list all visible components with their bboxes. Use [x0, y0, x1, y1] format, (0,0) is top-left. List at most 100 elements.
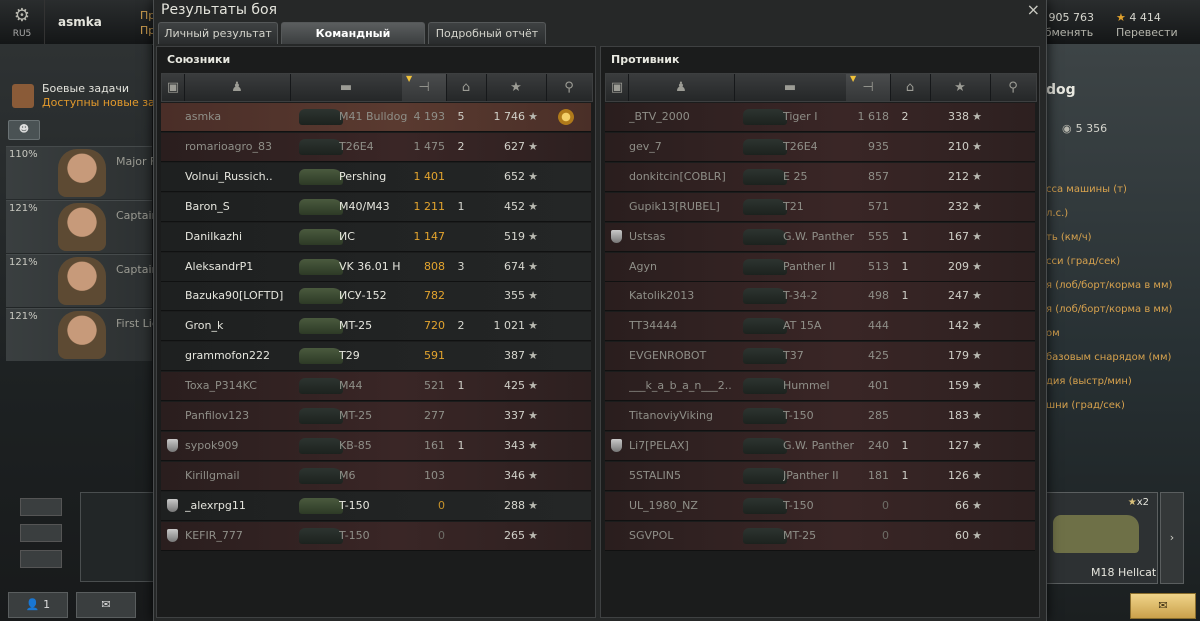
player-name-cell[interactable]: Kirillgmail: [185, 462, 305, 490]
crew-toggle-button[interactable]: ☻: [8, 120, 40, 140]
table-row[interactable]: Ustsas G.W. Panther 555 1 167 ★: [605, 222, 1035, 252]
table-row[interactable]: Toxa_P314KC M44 521 1 425 ★: [161, 372, 591, 402]
player-name-cell[interactable]: TT34444: [629, 312, 749, 340]
col-kills[interactable]: ⌂: [446, 74, 487, 101]
settings-button[interactable]: ⚙ RU5: [0, 0, 45, 44]
nation-filter-button[interactable]: [20, 524, 62, 542]
player-name-cell[interactable]: Gupik13[RUBEL]: [629, 193, 749, 221]
table-row[interactable]: ___k_a_b_a_n___2.. Hummel 401 159 ★: [605, 372, 1035, 402]
player-name-cell[interactable]: gev_7: [629, 133, 749, 161]
col-squad[interactable]: ▣: [162, 74, 185, 101]
tab-detailed[interactable]: Подробный отчёт: [428, 22, 546, 44]
col-squad[interactable]: ▣: [606, 74, 629, 101]
table-row[interactable]: sypok909 KB-85 161 1 343 ★: [161, 431, 591, 461]
crew-member[interactable]: 121% First Lieu: [6, 308, 166, 361]
message-button[interactable]: ✉: [1130, 593, 1196, 619]
table-row[interactable]: UL_1980_NZ T-150 0 66 ★: [605, 491, 1035, 521]
player-name-cell[interactable]: Agyn: [629, 253, 749, 281]
table-row[interactable]: romarioagro_83 T26E4 1 475 2 627 ★: [161, 132, 591, 162]
player-name-cell[interactable]: Gron_k: [185, 312, 305, 340]
player-name-cell[interactable]: EVGENROBOT: [629, 342, 749, 370]
player-name-cell[interactable]: TitanoviyViking: [629, 402, 749, 430]
tab-personal[interactable]: Личный результат: [158, 22, 278, 44]
col-xp[interactable]: ★: [930, 74, 991, 101]
player-name-cell[interactable]: romarioagro_83: [185, 133, 305, 161]
crew-member[interactable]: 110% Major Fo: [6, 146, 163, 199]
table-row[interactable]: TT34444 AT 15A 444 142 ★: [605, 312, 1035, 342]
table-row[interactable]: Bazuka90[LOFTD] ИСУ-152 782 355 ★: [161, 282, 591, 312]
col-tank[interactable]: ▬: [290, 74, 403, 101]
player-name-cell[interactable]: Volnui_Russich..: [185, 163, 305, 191]
player-name-cell[interactable]: donkitcin[COBLR]: [629, 163, 749, 191]
table-row[interactable]: AleksandrP1 VK 36.01 H 808 3 674 ★: [161, 252, 591, 282]
player-name-cell[interactable]: Baron_S: [185, 193, 305, 221]
player-name-cell[interactable]: 5STALIN5: [629, 462, 749, 490]
players-button[interactable]: 👤 1: [8, 592, 68, 618]
medal-icon[interactable]: [558, 109, 574, 125]
player-name-cell[interactable]: Li7[PELAX]: [629, 432, 749, 460]
transfer-link[interactable]: Перевести: [1116, 25, 1178, 40]
player-name-cell[interactable]: Danilkazhi: [185, 223, 305, 251]
damage-cell: 782: [424, 289, 445, 303]
crew-member[interactable]: 121% Captain: [6, 200, 159, 253]
col-player[interactable]: ♟: [628, 74, 735, 101]
col-medal[interactable]: ⚲: [990, 74, 1036, 101]
tank-carousel-card[interactable]: [80, 492, 154, 582]
carousel-next-arrow[interactable]: ›: [1160, 492, 1184, 584]
player-name-cell[interactable]: grammofon222: [185, 342, 305, 370]
kills-cell: 1: [901, 438, 909, 452]
table-row[interactable]: 5STALIN5 JPanther II 181 1 126 ★: [605, 461, 1035, 491]
player-name-cell[interactable]: asmka: [185, 103, 305, 131]
table-row[interactable]: asmka M41 Bulldog 4 193 5 1 746 ★: [161, 103, 591, 132]
table-row[interactable]: Volnui_Russich.. Pershing 1 401 652 ★: [161, 162, 591, 192]
chat-button[interactable]: ✉: [76, 592, 136, 618]
table-row[interactable]: Li7[PELAX] G.W. Panther 240 1 127 ★: [605, 431, 1035, 461]
table-row[interactable]: Baron_S M40/M43 1 211 1 452 ★: [161, 192, 591, 222]
player-name-cell[interactable]: Panfilov123: [185, 402, 305, 430]
player-name-cell[interactable]: UL_1980_NZ: [629, 492, 749, 520]
player-name-cell[interactable]: Bazuka90[LOFTD]: [185, 282, 305, 310]
player-name-cell[interactable]: sypok909: [185, 432, 305, 460]
table-row[interactable]: SGVPOL MT-25 0 60 ★: [605, 521, 1035, 551]
crew-member[interactable]: 121% Captain: [6, 254, 159, 307]
gold-transfer[interactable]: ★ 4 414 Перевести: [1116, 10, 1178, 40]
table-row[interactable]: EVGENROBOT T37 425 179 ★: [605, 342, 1035, 372]
col-kills[interactable]: ⌂: [890, 74, 931, 101]
table-row[interactable]: Danilkazhi ИС 1 147 519 ★: [161, 222, 591, 252]
player-name[interactable]: asmka: [58, 15, 102, 29]
globe-filter-button[interactable]: [20, 498, 62, 516]
table-row[interactable]: gev_7 T26E4 935 210 ★: [605, 132, 1035, 162]
table-row[interactable]: _alexrpg11 T-150 0 288 ★: [161, 491, 591, 521]
col-xp[interactable]: ★: [486, 74, 547, 101]
col-player[interactable]: ♟: [184, 74, 291, 101]
player-name-cell[interactable]: _BTV_2000: [629, 103, 749, 131]
player-name-cell[interactable]: KEFIR_777: [185, 522, 305, 550]
player-name-cell[interactable]: Toxa_P314KC: [185, 372, 305, 400]
table-row[interactable]: grammofon222 T29 591 387 ★: [161, 342, 591, 372]
col-damage[interactable]: ▼ ⊣: [402, 74, 447, 101]
table-row[interactable]: Agyn Panther II 513 1 209 ★: [605, 252, 1035, 282]
player-name-cell[interactable]: _alexrpg11: [185, 492, 305, 520]
table-row[interactable]: TitanoviyViking T-150 285 183 ★: [605, 402, 1035, 431]
type-filter-button[interactable]: [20, 550, 62, 568]
player-name-cell[interactable]: ___k_a_b_a_n___2..: [629, 372, 749, 400]
table-row[interactable]: Katolik2013 T-34-2 498 1 247 ★: [605, 282, 1035, 312]
col-damage[interactable]: ▼ ⊣: [846, 74, 891, 101]
tab-team[interactable]: Командный результат: [281, 22, 425, 61]
player-name-cell[interactable]: Katolik2013: [629, 282, 749, 310]
player-name-cell[interactable]: Ustsas: [629, 223, 749, 251]
table-row[interactable]: _BTV_2000 Tiger I 1 618 2 338 ★: [605, 103, 1035, 132]
table-row[interactable]: Panfilov123 MT-25 277 337 ★: [161, 402, 591, 431]
close-icon[interactable]: ×: [1027, 0, 1040, 19]
xp-cell: 1 021: [493, 319, 526, 333]
table-row[interactable]: Gron_k MT-25 720 2 1 021 ★: [161, 312, 591, 342]
player-name-cell[interactable]: SGVPOL: [629, 522, 749, 550]
col-tank[interactable]: ▬: [734, 74, 847, 101]
table-row[interactable]: Gupik13[RUBEL] T21 571 232 ★: [605, 192, 1035, 222]
col-medal[interactable]: ⚲: [546, 74, 592, 101]
player-name-cell[interactable]: AleksandrP1: [185, 253, 305, 281]
table-row[interactable]: Kirillgmail M6 103 346 ★: [161, 461, 591, 491]
table-row[interactable]: KEFIR_777 T-150 0 265 ★: [161, 521, 591, 551]
tank-card-m18[interactable]: ★x2 M18 Hellcat: [1046, 492, 1158, 584]
table-row[interactable]: donkitcin[COBLR] E 25 857 212 ★: [605, 162, 1035, 192]
